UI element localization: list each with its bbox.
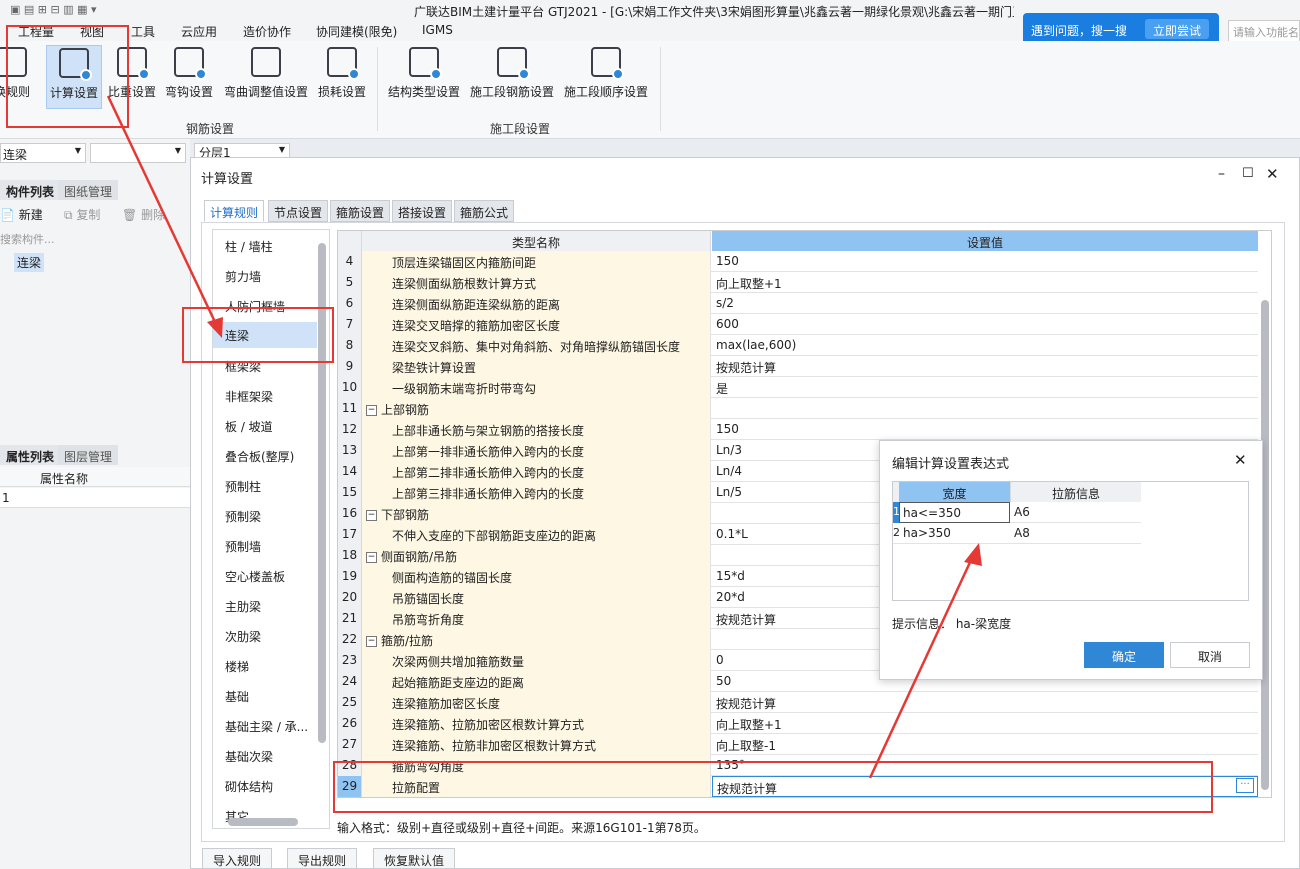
annotation-arrows xyxy=(106,95,982,779)
annotation-arrowhead xyxy=(964,543,982,566)
annotation-arrowhead xyxy=(207,317,223,338)
annotation-arrow-line xyxy=(868,557,974,779)
annotation-arrow-line xyxy=(106,95,217,323)
